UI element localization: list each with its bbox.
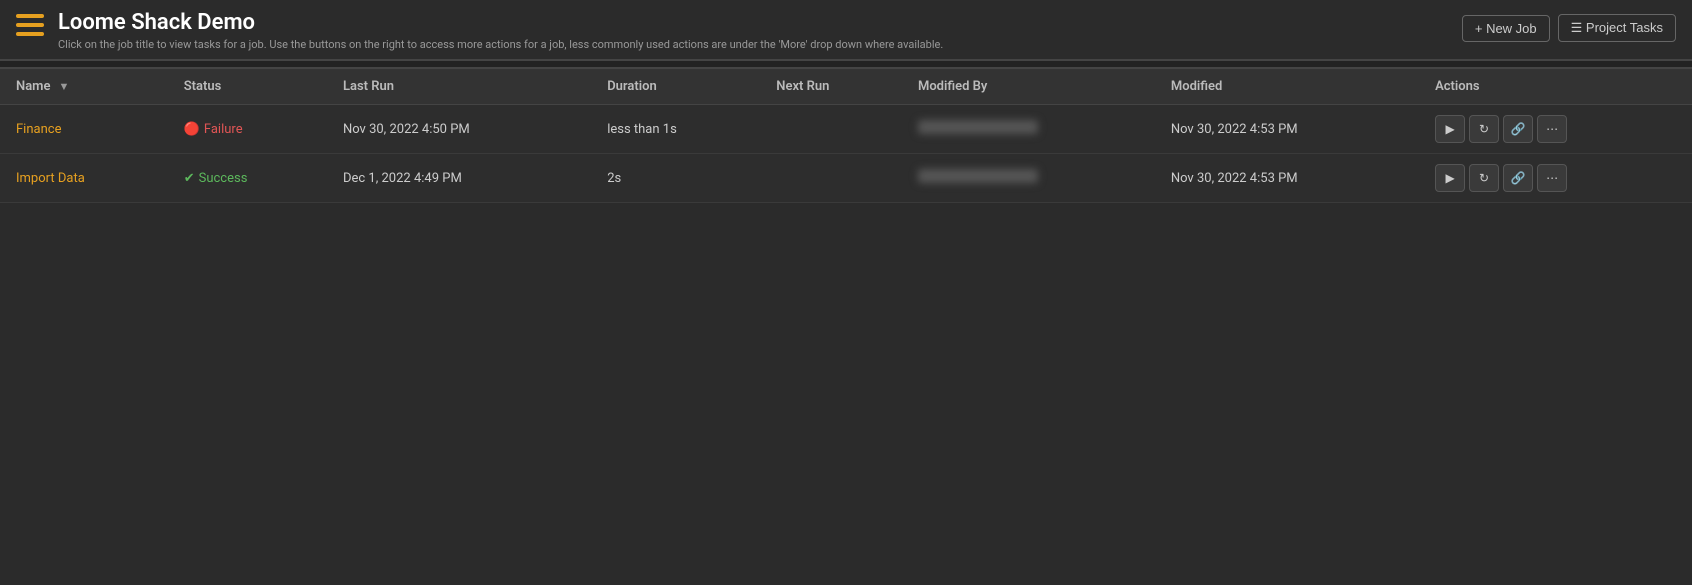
- job-actions-cell: ▶ ↻ 🔗 ⋯: [1419, 105, 1692, 154]
- job-next-run-cell: [760, 154, 902, 203]
- column-header-modified-by: Modified By: [902, 69, 1155, 105]
- job-modified-by-cell: [902, 105, 1155, 154]
- header-left: Loome Shack Demo Click on the job title …: [16, 10, 943, 51]
- play-icon: ▶: [1445, 122, 1454, 136]
- jobs-table: Name ▼ Status Last Run Duration Next Run…: [0, 68, 1692, 203]
- column-header-duration: Duration: [591, 69, 760, 105]
- retry-icon: ↻: [1479, 171, 1489, 185]
- modified-by-redacted: [918, 169, 1038, 183]
- app-title: Loome Shack Demo: [58, 10, 943, 35]
- job-status-cell: 🔴 Failure: [168, 105, 327, 154]
- job-name-cell: Finance: [0, 105, 168, 154]
- status-failure: 🔴 Failure: [184, 122, 311, 137]
- table-row: Finance 🔴 Failure Nov 30, 2022 4:50 PMless …: [0, 105, 1692, 154]
- play-icon: ▶: [1445, 171, 1454, 185]
- app-subtitle: Click on the job title to view tasks for…: [58, 38, 943, 51]
- column-header-next-run: Next Run: [760, 69, 902, 105]
- column-header-modified: Modified: [1155, 69, 1419, 105]
- job-duration-cell: less than 1s: [591, 105, 760, 154]
- link-icon: 🔗: [1511, 171, 1526, 185]
- more-button[interactable]: ⋯: [1537, 164, 1567, 192]
- run-button[interactable]: ▶: [1435, 164, 1465, 192]
- hamburger-menu-icon[interactable]: [16, 14, 44, 36]
- app-header: Loome Shack Demo Click on the job title …: [0, 0, 1692, 60]
- job-modified-by-cell: [902, 154, 1155, 203]
- name-filter-icon[interactable]: ▼: [58, 80, 69, 93]
- job-status-cell: ✔ Success: [168, 154, 327, 203]
- retry-button[interactable]: ↻: [1469, 164, 1499, 192]
- project-tasks-button[interactable]: ☰ Project Tasks: [1558, 14, 1676, 42]
- actions-group: ▶ ↻ 🔗 ⋯: [1435, 115, 1676, 143]
- job-name-link[interactable]: Import Data: [16, 171, 85, 186]
- jobs-table-container: Name ▼ Status Last Run Duration Next Run…: [0, 68, 1692, 203]
- more-icon: ⋯: [1546, 122, 1558, 136]
- column-header-last-run: Last Run: [327, 69, 591, 105]
- title-block: Loome Shack Demo Click on the job title …: [58, 10, 943, 51]
- status-success: ✔ Success: [184, 171, 311, 186]
- run-button[interactable]: ▶: [1435, 115, 1465, 143]
- column-header-actions: Actions: [1419, 69, 1692, 105]
- new-job-button[interactable]: + New Job: [1462, 15, 1550, 42]
- job-duration-cell: 2s: [591, 154, 760, 203]
- actions-group: ▶ ↻ 🔗 ⋯: [1435, 164, 1676, 192]
- job-name-link[interactable]: Finance: [16, 122, 61, 137]
- link-icon: 🔗: [1511, 122, 1526, 136]
- job-last-run-cell: Dec 1, 2022 4:49 PM: [327, 154, 591, 203]
- job-modified-cell: Nov 30, 2022 4:53 PM: [1155, 154, 1419, 203]
- job-modified-cell: Nov 30, 2022 4:53 PM: [1155, 105, 1419, 154]
- column-header-status: Status: [168, 69, 327, 105]
- retry-button[interactable]: ↻: [1469, 115, 1499, 143]
- more-button[interactable]: ⋯: [1537, 115, 1567, 143]
- job-last-run-cell: Nov 30, 2022 4:50 PM: [327, 105, 591, 154]
- job-actions-cell: ▶ ↻ 🔗 ⋯: [1419, 154, 1692, 203]
- status-label: Success: [199, 171, 248, 186]
- job-name-cell: Import Data: [0, 154, 168, 203]
- column-header-name: Name ▼: [0, 69, 168, 105]
- link-button[interactable]: 🔗: [1503, 115, 1533, 143]
- table-row: Import Data ✔ Success Dec 1, 2022 4:49 PM2s…: [0, 154, 1692, 203]
- retry-icon: ↻: [1479, 122, 1489, 136]
- link-button[interactable]: 🔗: [1503, 164, 1533, 192]
- more-icon: ⋯: [1546, 171, 1558, 185]
- modified-by-redacted: [918, 120, 1038, 134]
- failure-icon: 🔴: [184, 122, 200, 137]
- table-header-row: Name ▼ Status Last Run Duration Next Run…: [0, 69, 1692, 105]
- header-separator: [0, 60, 1692, 68]
- success-icon: ✔: [184, 171, 195, 186]
- status-label: Failure: [204, 122, 243, 137]
- job-next-run-cell: [760, 105, 902, 154]
- header-actions: + New Job ☰ Project Tasks: [1462, 14, 1676, 42]
